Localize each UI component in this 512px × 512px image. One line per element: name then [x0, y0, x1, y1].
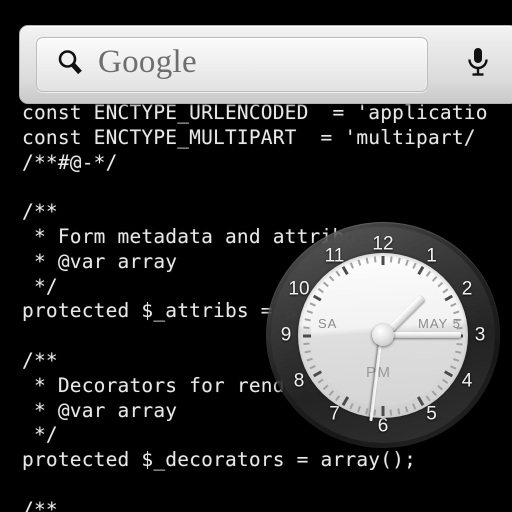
clock-tick-minor [335, 270, 341, 277]
clock-tick-minor [349, 262, 354, 269]
clock-tick-minor [373, 409, 377, 416]
clock-tick-minor [306, 310, 313, 314]
clock-tick-minor [357, 405, 361, 412]
code-line: * @var array [22, 398, 178, 422]
clock-tick-minor [303, 326, 310, 329]
voice-search-button[interactable] [454, 37, 502, 92]
clock-tick-minor [304, 350, 311, 353]
clock-tick-minor [357, 259, 361, 266]
clock-tick-minor [373, 255, 377, 262]
clock-hour-number: 12 [372, 233, 394, 255]
clock-tick-minor [328, 275, 335, 282]
clock-tick-minor [323, 281, 329, 287]
clock-tick-minor [453, 310, 460, 314]
clock-tick-minor [442, 378, 449, 384]
code-line: */ [22, 274, 58, 298]
clock-tick-minor [309, 302, 316, 307]
clock-tick-minor [405, 405, 409, 412]
clock-tick-minor [456, 342, 463, 345]
clock-tick-minor [317, 378, 324, 384]
search-input[interactable]: Google [36, 37, 428, 92]
clock-tick-minor [303, 342, 310, 345]
clock-tick-minor [455, 350, 462, 353]
clock-date-label: MAY 5 [418, 316, 461, 331]
clock-tick-minor [412, 262, 417, 269]
code-line: const ENCTYPE_URLENCODED = 'applicatio [22, 101, 488, 124]
google-search-widget[interactable]: Google [19, 25, 512, 104]
clock-tick-minor [397, 407, 401, 414]
clock-tick-minor [405, 259, 409, 266]
search-placeholder-text: Google [98, 44, 197, 80]
clock-tick-minor [431, 275, 438, 282]
clock-tick-minor [442, 287, 449, 293]
clock-tick-minor [431, 389, 438, 396]
clock-tick-minor [397, 257, 401, 264]
code-line: */ [22, 423, 58, 447]
clock-center-cap [372, 324, 394, 346]
clock-tick-minor [365, 407, 369, 414]
clock-tick-minor [306, 357, 313, 361]
clock-tick-minor [450, 302, 457, 307]
clock-tick-minor [335, 394, 341, 401]
clock-day-label: SA [318, 316, 338, 331]
code-line: * @var array [22, 249, 178, 273]
clock-tick-minor [437, 384, 443, 390]
clock-tick-minor [425, 394, 431, 401]
analog-clock-widget[interactable]: 12 1 2 3 4 5 6 7 8 9 10 11 SA MAY 5 PM [266, 222, 500, 448]
clock-tick-minor [412, 402, 417, 409]
clock-tick-minor [437, 281, 443, 287]
clock-hour-number: 6 [377, 415, 389, 437]
clock-tick-minor [309, 364, 316, 369]
clock-tick-minor [389, 255, 393, 262]
clock-tick-minor [450, 364, 457, 369]
clock-tick-minor [304, 318, 311, 321]
code-line: protected $_decorators = array(); [22, 448, 417, 472]
clock-hour-number: 9 [280, 324, 292, 346]
clock-tick-minor [425, 270, 431, 277]
clock-tick-minor [317, 287, 324, 293]
home-screen: const ENCTYPE_URLENCODED = 'applicatio co… [0, 0, 512, 512]
code-line: /** [22, 200, 58, 224]
clock-tick-minor [389, 409, 393, 416]
magnifier-icon [55, 47, 85, 82]
clock-tick-major [381, 404, 385, 416]
code-line: /** [22, 497, 58, 512]
clock-tick-minor [453, 357, 460, 361]
clock-minute-hand [383, 332, 461, 338]
clock-tick-minor [349, 402, 354, 409]
clock-tick-minor [323, 384, 329, 390]
clock-hour-number: 3 [474, 324, 486, 346]
code-line: const ENCTYPE_MULTIPART = 'multipart/ [22, 125, 476, 149]
microphone-icon [463, 45, 493, 84]
clock-tick-minor [365, 257, 369, 264]
code-line: /** [22, 349, 58, 372]
clock-tick-minor [328, 389, 335, 396]
code-line: /**#@-*/ [22, 150, 118, 174]
